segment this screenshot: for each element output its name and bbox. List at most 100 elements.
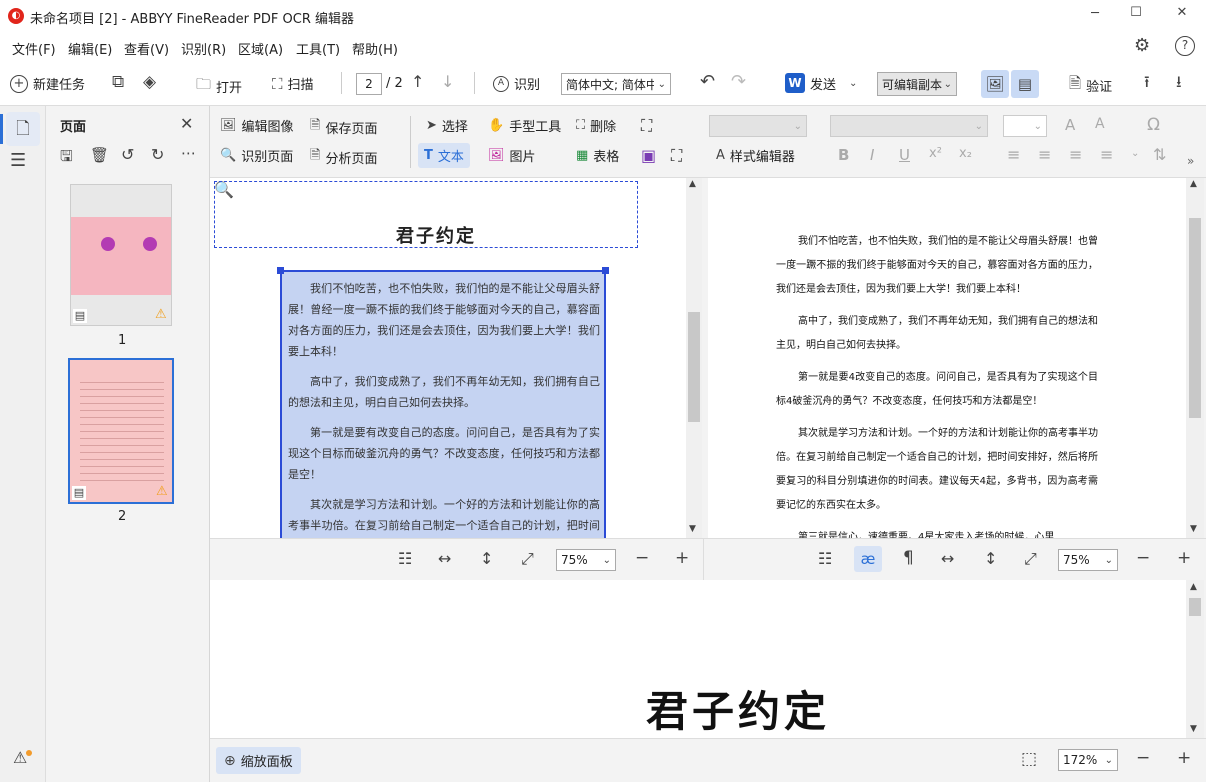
fit-page-icon[interactable]: ⤢ bbox=[521, 549, 534, 569]
scroll-up-icon[interactable]: ▲ bbox=[689, 179, 696, 189]
page-number-input[interactable]: 2 bbox=[356, 73, 382, 95]
edit-image-button[interactable]: 🖼 编辑图像 bbox=[220, 116, 294, 135]
recognize-page-button[interactable]: 🔍 识别页面 bbox=[220, 146, 293, 165]
recognize-button[interactable]: A 识别 bbox=[493, 74, 540, 93]
export-icon[interactable]: ⭱ bbox=[1144, 71, 1150, 98]
menu-recognize[interactable]: 识别(R) bbox=[181, 39, 226, 58]
layers-add-icon[interactable]: ⧉ bbox=[112, 72, 124, 92]
zoom-scrollbar[interactable]: ▲ ▼ bbox=[1186, 580, 1204, 738]
style-editor-button[interactable]: A 样式编辑器 bbox=[716, 146, 795, 165]
fit-height-icon[interactable]: ↕ bbox=[480, 549, 493, 568]
text-area-button[interactable]: T 文本 bbox=[418, 143, 470, 168]
open-label: 打开 bbox=[216, 81, 243, 96]
zoom-in-icon[interactable]: + bbox=[1177, 548, 1191, 568]
scroll-down-icon[interactable]: ▼ bbox=[1190, 724, 1197, 734]
fit-height-icon[interactable]: ↕ bbox=[984, 549, 997, 568]
more-icon[interactable]: ⋯ bbox=[181, 144, 196, 162]
image-view-icon[interactable]: 🖼 bbox=[981, 70, 1009, 98]
select-area-icon[interactable]: ⬚ bbox=[1021, 749, 1037, 769]
image-scrollbar[interactable]: ▲ ▼ bbox=[686, 178, 702, 538]
fit-width-icon[interactable]: ↔ bbox=[438, 549, 451, 568]
maximize-button[interactable]: ☐ bbox=[1126, 5, 1146, 20]
page-layout-icon[interactable]: ☷ bbox=[818, 549, 832, 568]
minimize-button[interactable]: ─ bbox=[1085, 6, 1105, 21]
verify-button[interactable]: 🗎 验证 bbox=[1069, 73, 1112, 98]
layers-icon[interactable]: ◈ bbox=[143, 72, 156, 92]
page-layout-icon[interactable]: ☷ bbox=[398, 549, 412, 568]
menu-file[interactable]: 文件(F) bbox=[12, 39, 56, 58]
save-page-button[interactable]: 🗎 保存页面 bbox=[310, 116, 377, 138]
crop-icon[interactable]: ⛶ bbox=[641, 116, 652, 136]
scroll-thumb[interactable] bbox=[1189, 218, 1201, 418]
redo-icon[interactable]: ↷ bbox=[731, 71, 746, 92]
ocr-paragraph[interactable]: 高中了，我们变成熟了，我们不再年幼无知，我们拥有自己的想法和主见，明白自己如何去… bbox=[776, 310, 1098, 358]
scroll-thumb[interactable] bbox=[1189, 598, 1201, 616]
trash-icon[interactable]: 🗑 bbox=[90, 146, 109, 164]
highlight-uncertain-icon[interactable]: æ bbox=[854, 546, 882, 572]
menu-area[interactable]: 区域(A) bbox=[238, 39, 283, 58]
settings-gear-icon[interactable]: ⚙ bbox=[1134, 35, 1150, 56]
editable-copy-select[interactable]: 可编辑副本 ⌄ bbox=[877, 72, 957, 96]
close-window-button[interactable]: ✕ bbox=[1172, 5, 1192, 20]
ocr-paragraph[interactable]: 其次就是学习方法和计划。一个好的方法和计划能让你的高考事半功倍。在复习前给自己制… bbox=[776, 422, 1098, 518]
zoom-out-icon[interactable]: − bbox=[1136, 748, 1150, 768]
menu-help[interactable]: 帮助(H) bbox=[352, 39, 398, 58]
import-icon[interactable]: ⭳ bbox=[1176, 71, 1182, 98]
send-label: 发送 bbox=[810, 77, 837, 93]
delete-area-button[interactable]: ⛶ 删除 bbox=[576, 116, 616, 135]
analyze-page-button[interactable]: 🗎 分析页面 bbox=[310, 146, 377, 168]
menu-view[interactable]: 查看(V) bbox=[124, 39, 169, 58]
hand-tool-button[interactable]: ✋ 手型工具 bbox=[488, 116, 561, 135]
scroll-up-icon[interactable]: ▲ bbox=[1190, 582, 1197, 592]
send-button[interactable]: W 发送 ⌄ bbox=[785, 73, 857, 93]
scan-button[interactable]: ⛶ 扫描 bbox=[272, 74, 314, 94]
language-select[interactable]: 简体中文; 简体中 ⌄ bbox=[561, 73, 671, 95]
warning-bell-icon[interactable]: ⚠ bbox=[13, 748, 27, 767]
select-tool-button[interactable]: ➤ 选择 bbox=[426, 116, 468, 135]
save-icon[interactable]: 🖫 bbox=[60, 146, 73, 171]
picture-area-button[interactable]: 🖼 图片 bbox=[488, 146, 536, 165]
pilcrow-icon[interactable]: ¶ bbox=[903, 548, 914, 568]
page-thumbnail-1[interactable]: ▤ ⚠ bbox=[70, 184, 172, 326]
text-zoom-select[interactable]: 75% ⌄ bbox=[1058, 549, 1118, 571]
list-view-icon[interactable]: ☰ bbox=[10, 150, 26, 171]
ocr-paragraph[interactable]: 第一就是要4改变自己的态度。问问自己，是否具有为了实现这个目标4破釜沉舟的勇气？… bbox=[776, 366, 1098, 414]
zoom-in-icon[interactable]: + bbox=[675, 548, 689, 568]
rotate-right-icon[interactable]: ↻ bbox=[151, 145, 164, 164]
zoom-in-icon[interactable]: + bbox=[1177, 748, 1191, 768]
arrow-up-icon[interactable]: ↑ bbox=[411, 72, 424, 91]
ocr-paragraph[interactable]: 我们不怕吃苦，也不怕失败，我们怕的是不能让父母眉头舒展！也曾一度一蹶不振的我们终… bbox=[776, 230, 1098, 302]
new-task-button[interactable]: + 新建任务 bbox=[10, 74, 85, 93]
text-scrollbar[interactable]: ▲ ▼ bbox=[1186, 178, 1204, 538]
scroll-down-icon[interactable]: ▼ bbox=[1190, 524, 1197, 534]
open-button[interactable]: 🗀 打开 bbox=[196, 74, 242, 99]
close-panel-icon[interactable]: ✕ bbox=[180, 114, 193, 133]
fit-width-icon[interactable]: ↔ bbox=[941, 549, 954, 568]
text-view-icon[interactable]: ▤ bbox=[1011, 70, 1039, 98]
zoom-panel-button[interactable]: ⊕ 缩放面板 bbox=[216, 747, 301, 774]
menu-edit[interactable]: 编辑(E) bbox=[68, 39, 112, 58]
rotate-left-icon[interactable]: ↺ bbox=[121, 145, 134, 164]
resize-handle[interactable] bbox=[602, 267, 609, 274]
resize-handle[interactable] bbox=[277, 267, 284, 274]
table-area-button[interactable]: ▦ 表格 bbox=[576, 146, 619, 165]
barcode-area-icon[interactable]: ▣ bbox=[641, 146, 656, 165]
scroll-up-icon[interactable]: ▲ bbox=[1190, 179, 1197, 189]
zoom-out-icon[interactable]: − bbox=[1136, 548, 1150, 568]
scroll-thumb[interactable] bbox=[688, 312, 700, 422]
page-thumbnail-2[interactable]: ▤ ⚠ bbox=[68, 358, 174, 504]
scroll-down-icon[interactable]: ▼ bbox=[689, 524, 696, 534]
undo-icon[interactable]: ↶ bbox=[700, 71, 715, 92]
image-zoom-select[interactable]: 75% ⌄ bbox=[556, 549, 616, 571]
ocr-paragraph[interactable]: 第三就是信心，速德重要。4星大家走入考场的时候，心里 bbox=[776, 526, 1098, 538]
help-icon[interactable]: ? bbox=[1175, 36, 1195, 56]
menu-tools[interactable]: 工具(T) bbox=[296, 39, 340, 58]
pages-view-icon[interactable]: 🗋 bbox=[6, 112, 40, 146]
text-area-selection[interactable]: 我们不怕吃苦，也不怕失败，我们怕的是不能让父母眉头舒展！曾经一度一蹶不振的我们终… bbox=[280, 270, 606, 538]
zoom-out-icon[interactable]: − bbox=[635, 548, 649, 568]
more-tools-icon[interactable]: » bbox=[1187, 154, 1194, 168]
fit-page-icon[interactable]: ⤢ bbox=[1024, 549, 1037, 569]
zoom-panel-select[interactable]: 172% ⌄ bbox=[1058, 749, 1118, 771]
arrow-down-icon[interactable]: ↓ bbox=[441, 72, 454, 91]
fullscreen-icon[interactable]: ⛶ bbox=[671, 146, 682, 166]
